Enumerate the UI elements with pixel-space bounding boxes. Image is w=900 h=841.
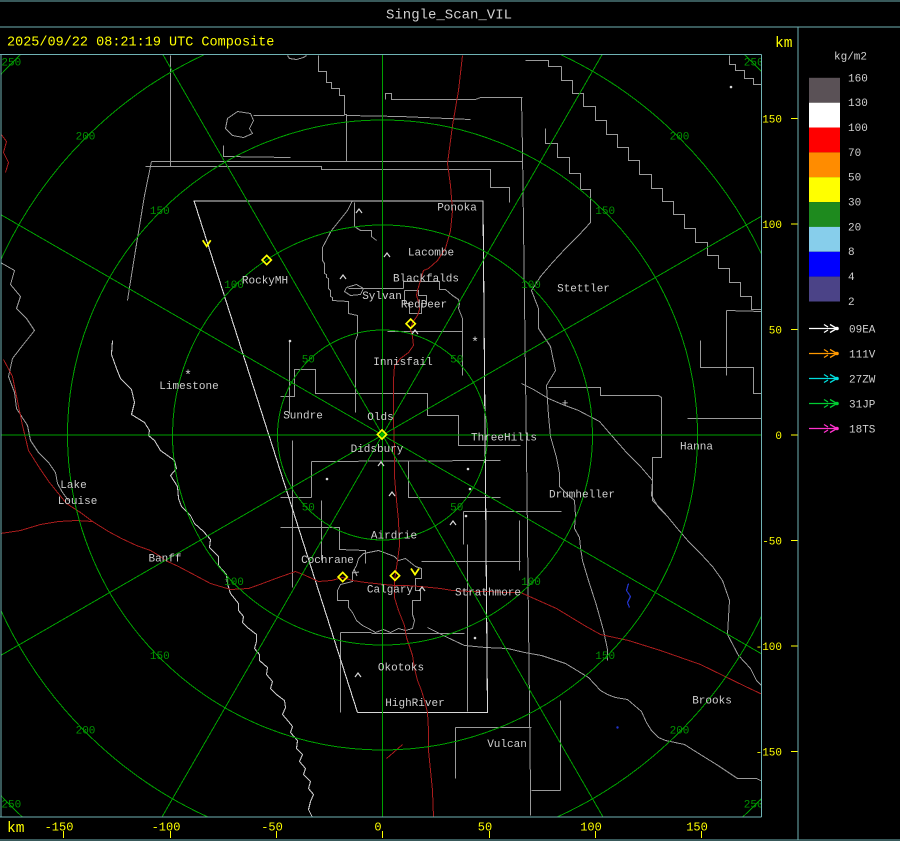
svg-text:Okotoks: Okotoks — [378, 663, 424, 675]
svg-text:ThreeHills: ThreeHills — [471, 433, 537, 445]
svg-text:150: 150 — [595, 651, 615, 663]
svg-text:Cochrane: Cochrane — [301, 555, 354, 567]
svg-text:Didsbury: Didsbury — [351, 444, 404, 456]
svg-text:0: 0 — [374, 821, 381, 835]
svg-text:200: 200 — [670, 132, 690, 144]
svg-text:km: km — [775, 36, 792, 52]
svg-text:27ZW: 27ZW — [849, 374, 876, 386]
svg-text:Olds: Olds — [367, 412, 393, 424]
svg-text:200: 200 — [76, 726, 96, 738]
svg-text:Stettler: Stettler — [557, 284, 610, 296]
svg-text:100: 100 — [580, 821, 602, 835]
svg-text:Airdrie: Airdrie — [371, 531, 417, 543]
svg-text:0: 0 — [775, 431, 782, 443]
svg-text:Lacombe: Lacombe — [408, 248, 454, 260]
svg-text:Vulcan: Vulcan — [487, 739, 527, 751]
svg-text:100: 100 — [521, 280, 541, 292]
svg-text:HighRiver: HighRiver — [385, 698, 444, 710]
svg-text:Louise: Louise — [58, 496, 98, 508]
svg-text:50: 50 — [302, 503, 315, 515]
svg-text:100: 100 — [848, 123, 868, 135]
svg-text:150: 150 — [686, 821, 708, 835]
svg-text:Ponoka: Ponoka — [437, 203, 477, 215]
svg-text:150: 150 — [595, 206, 615, 218]
svg-text:2025/09/22 08:21:19 UTC Compos: 2025/09/22 08:21:19 UTC Composite — [7, 36, 274, 51]
svg-text:150: 150 — [150, 206, 170, 218]
svg-text:-150: -150 — [45, 821, 74, 835]
svg-text:RockyMH: RockyMH — [242, 276, 288, 288]
svg-text:-100: -100 — [152, 821, 181, 835]
svg-text:Banff: Banff — [148, 554, 181, 566]
svg-text:+: + — [562, 399, 569, 411]
svg-text:Single_Scan_VIL: Single_Scan_VIL — [386, 8, 512, 24]
svg-text:20: 20 — [848, 222, 861, 234]
svg-text:250: 250 — [744, 57, 764, 69]
svg-text:09EA: 09EA — [849, 324, 876, 336]
svg-text:*: * — [184, 368, 192, 383]
svg-text:-100: -100 — [756, 642, 782, 654]
svg-text:130: 130 — [848, 98, 868, 110]
svg-text:31JP: 31JP — [849, 399, 876, 411]
svg-text:70: 70 — [848, 148, 861, 160]
svg-text:RedDeer: RedDeer — [401, 300, 447, 312]
svg-text:Sylvan: Sylvan — [362, 291, 402, 303]
svg-text:Blackfalds: Blackfalds — [393, 274, 459, 286]
svg-text:50: 50 — [450, 503, 463, 515]
svg-text:8: 8 — [848, 247, 855, 259]
svg-text:Innisfail: Innisfail — [373, 357, 432, 369]
svg-text:-150: -150 — [756, 748, 782, 760]
svg-text:kg/m2: kg/m2 — [834, 52, 867, 64]
svg-text:30: 30 — [848, 198, 861, 210]
svg-text:Brooks: Brooks — [692, 696, 732, 708]
svg-text:Calgary: Calgary — [367, 585, 414, 597]
svg-text:200: 200 — [670, 726, 690, 738]
svg-text:100: 100 — [762, 220, 782, 232]
svg-text:-50: -50 — [762, 537, 782, 549]
svg-text:250: 250 — [744, 800, 764, 812]
svg-text:2: 2 — [848, 297, 855, 309]
svg-text:150: 150 — [150, 651, 170, 663]
svg-text:18TS: 18TS — [849, 424, 876, 436]
svg-text:-50: -50 — [261, 821, 283, 835]
svg-text:250: 250 — [1, 800, 21, 812]
svg-text:50: 50 — [302, 354, 315, 366]
svg-text:200: 200 — [76, 132, 96, 144]
svg-text:50: 50 — [848, 173, 861, 185]
svg-text:100: 100 — [521, 577, 541, 589]
svg-text:100: 100 — [224, 577, 244, 589]
svg-text:50: 50 — [450, 354, 463, 366]
svg-text:150: 150 — [762, 115, 782, 127]
svg-text:111V: 111V — [849, 349, 876, 361]
svg-text:50: 50 — [769, 326, 782, 338]
svg-text:250: 250 — [1, 57, 21, 69]
svg-text:4: 4 — [848, 272, 855, 284]
svg-text:Strathmore: Strathmore — [455, 588, 521, 600]
svg-text:Drumheller: Drumheller — [549, 490, 615, 502]
svg-text:Lake: Lake — [60, 480, 86, 492]
svg-text:km: km — [7, 821, 24, 837]
svg-text:Sundre: Sundre — [283, 411, 323, 423]
svg-text:160: 160 — [848, 73, 868, 85]
svg-text:*: * — [471, 335, 479, 350]
svg-text:Hanna: Hanna — [680, 442, 713, 454]
